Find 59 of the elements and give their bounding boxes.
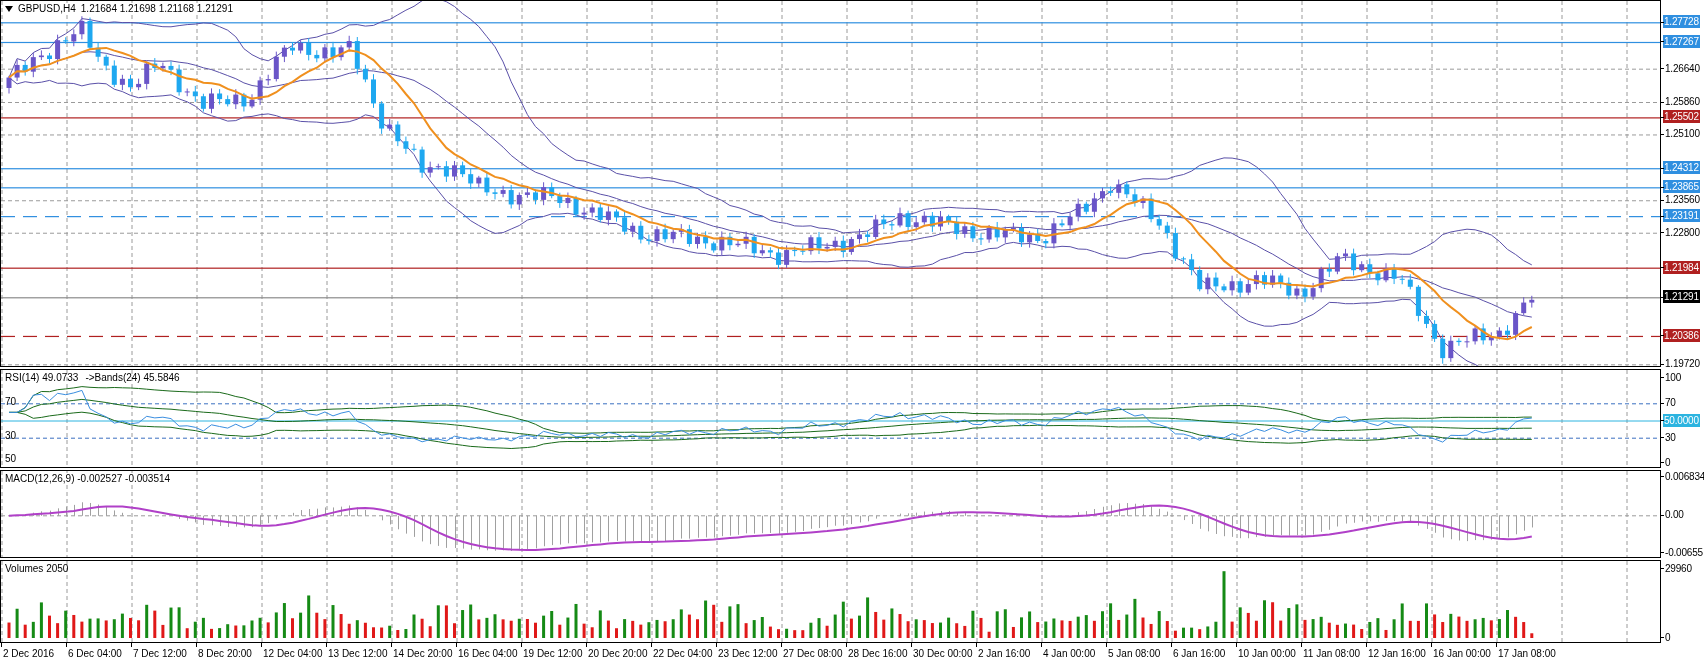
- time-label: 8 Dec 20:00: [198, 648, 252, 659]
- time-label: 12 Jan 16:00: [1368, 648, 1426, 659]
- price-level-tag: 1.24312: [1663, 161, 1700, 175]
- time-label: 2 Dec 2016: [3, 648, 55, 659]
- indicator-scale-label: 29960: [1664, 561, 1693, 575]
- price-label: 1.25100: [1664, 127, 1701, 141]
- time-label: 7 Dec 12:00: [133, 648, 187, 659]
- time-label: 27 Dec 08:00: [783, 648, 843, 659]
- bid-price-tag: 1.21291: [1663, 290, 1700, 304]
- price-label: 1.22800: [1664, 225, 1701, 239]
- indicator-title: MACD(12,26,9) -0.002527 -0.003514: [5, 473, 171, 484]
- quote-values: 1.21684 1.21698 1.21168 1.21291: [80, 3, 233, 14]
- time-label: 14 Dec 20:00: [393, 648, 453, 659]
- indicator-scale-label: -0.00655: [1664, 545, 1704, 559]
- indicator-scale-label: 0.006834: [1664, 469, 1704, 483]
- price-label: 1.26640: [1664, 61, 1701, 75]
- price-level-tag: 1.21984: [1663, 260, 1700, 274]
- level-label: 70: [5, 395, 17, 407]
- indicator-title: ->Bands(24) 45.5846: [85, 372, 180, 383]
- indicator-scale-label: 0.00: [1664, 508, 1685, 522]
- time-label: 23 Dec 12:00: [718, 648, 778, 659]
- collapse-triangle-icon[interactable]: [5, 5, 13, 12]
- level-label: 50: [5, 453, 17, 464]
- time-label: 4 Jan 00:00: [1043, 648, 1096, 659]
- time-label: 28 Dec 16:00: [848, 648, 908, 659]
- indicator-title: RSI(14) 49.0733: [5, 372, 79, 383]
- indicator-scale-label: 70: [1664, 396, 1677, 410]
- price-label: 1.19720: [1664, 357, 1701, 371]
- symbol-label: GBPUSD,H4: [18, 3, 76, 14]
- indicator-scale-label: 0: [1664, 630, 1672, 644]
- time-label: 5 Jan 08:00: [1108, 648, 1161, 659]
- indicator-title: Volumes 2050: [5, 563, 69, 574]
- price-label: 1.23560: [1664, 193, 1701, 207]
- price-level-tag: 1.23865: [1663, 180, 1700, 194]
- time-label: 2 Jan 16:00: [978, 648, 1031, 659]
- time-label: 12 Dec 04:00: [263, 648, 323, 659]
- time-label: 6 Jan 16:00: [1173, 648, 1226, 659]
- indicator-scale-label: 30: [1664, 430, 1677, 444]
- time-label: 16 Jan 00:00: [1433, 648, 1491, 659]
- price-label: 1.25860: [1664, 95, 1701, 108]
- price-level-tag: 1.20386: [1663, 328, 1700, 342]
- time-label: 6 Dec 04:00: [68, 648, 122, 659]
- indicator-scale-label: 0: [1664, 455, 1672, 469]
- time-label: 16 Dec 04:00: [458, 648, 518, 659]
- time-label: 10 Jan 00:00: [1238, 648, 1296, 659]
- level-value-tag: 50.0000: [1663, 413, 1700, 427]
- time-label: 20 Dec 20:00: [588, 648, 648, 659]
- time-label: 17 Jan 08:00: [1498, 648, 1556, 659]
- time-label: 11 Jan 08:00: [1303, 648, 1361, 659]
- price-level-tag: 1.25502: [1663, 110, 1700, 124]
- time-label: 30 Dec 00:00: [913, 648, 973, 659]
- price-level-tag: 1.23191: [1663, 209, 1700, 222]
- indicator-scale-label: 100: [1664, 370, 1683, 384]
- time-label: 13 Dec 12:00: [328, 648, 388, 659]
- price-level-tag: 1.27267: [1663, 34, 1700, 48]
- price-level-tag: 1.27728: [1663, 15, 1700, 29]
- level-label: 30: [5, 430, 17, 442]
- time-label: 19 Dec 12:00: [523, 648, 583, 659]
- time-label: 22 Dec 04:00: [653, 648, 713, 659]
